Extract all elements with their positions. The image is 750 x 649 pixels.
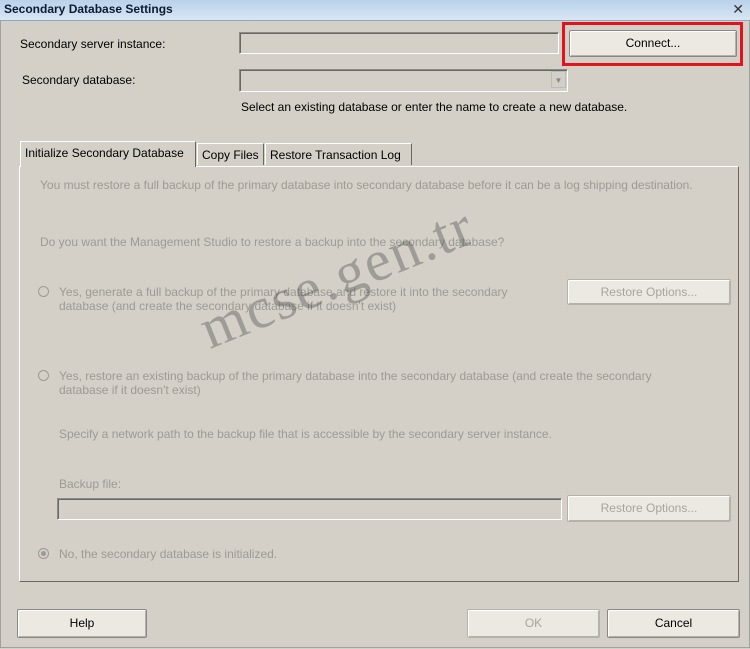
highlight-annotation xyxy=(562,22,743,66)
database-hint: Select an existing database or enter the… xyxy=(241,100,628,114)
ok-button[interactable]: OK xyxy=(467,609,600,638)
panel-intro: You must restore a full backup of the pr… xyxy=(40,178,693,192)
title-bar: Secondary Database Settings ✕ xyxy=(0,0,750,21)
close-icon[interactable]: ✕ xyxy=(732,1,744,18)
server-instance-field[interactable] xyxy=(239,32,559,54)
chevron-down-icon[interactable]: ▼ xyxy=(551,71,566,88)
radio-selected-dot xyxy=(41,551,46,556)
help-button[interactable]: Help xyxy=(17,609,147,638)
restore-options-button-1[interactable]: Restore Options... xyxy=(567,279,731,305)
cancel-button[interactable]: Cancel xyxy=(607,609,740,638)
backup-file-label: Backup file: xyxy=(59,477,122,491)
secondary-database-label: Secondary database: xyxy=(22,73,136,87)
option2-line1: Yes, restore an existing backup of the p… xyxy=(59,369,652,383)
window-title: Secondary Database Settings xyxy=(4,2,173,16)
secondary-database-combo[interactable]: ▼ xyxy=(239,69,568,92)
restore-options-button-2[interactable]: Restore Options... xyxy=(567,495,731,522)
radio-generate-backup[interactable] xyxy=(38,286,49,297)
radio-already-initialized[interactable] xyxy=(38,548,49,559)
tab-copy-files[interactable]: Copy Files xyxy=(197,143,264,165)
option3-label: No, the secondary database is initialize… xyxy=(59,547,278,561)
server-instance-label: Secondary server instance: xyxy=(20,37,166,51)
tab-initialize-secondary-database[interactable]: Initialize Secondary Database xyxy=(20,141,196,167)
radio-restore-existing[interactable] xyxy=(38,370,49,381)
backup-file-field[interactable] xyxy=(57,498,562,520)
tab-restore-transaction-log[interactable]: Restore Transaction Log xyxy=(265,143,412,165)
option2-line2: database if it doesn't exist) xyxy=(59,383,201,397)
network-path-hint: Specify a network path to the backup fil… xyxy=(59,427,552,441)
